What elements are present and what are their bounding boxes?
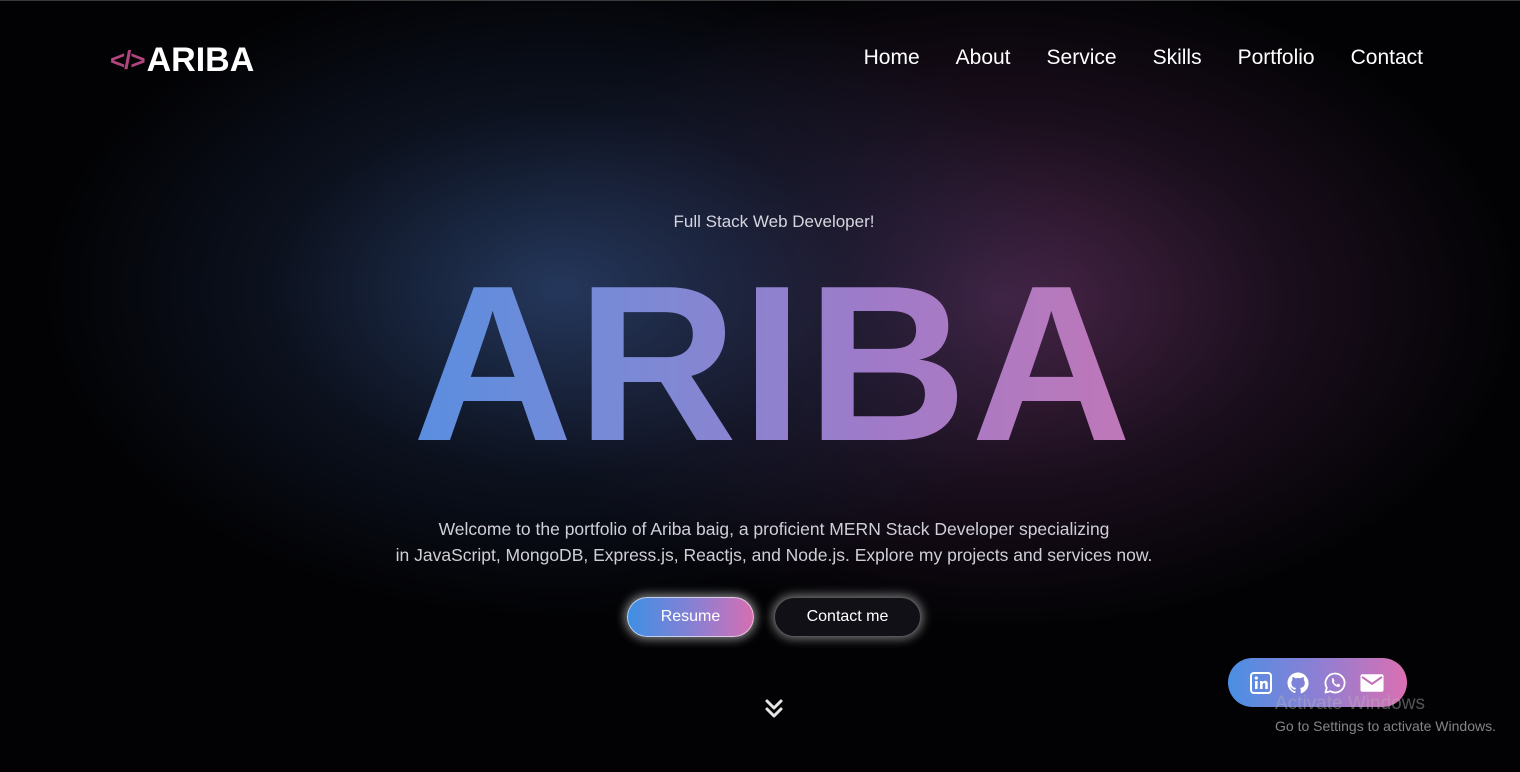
- code-icon: </>: [110, 44, 146, 75]
- hero-title: ARIBA: [0, 253, 1520, 475]
- portfolio-page: </> ARIBA Home About Service Skills Port…: [0, 0, 1520, 772]
- nav-skills[interactable]: Skills: [1153, 46, 1202, 70]
- hero-description-line: Welcome to the portfolio of Ariba baig, …: [438, 519, 1110, 539]
- nav-about[interactable]: About: [956, 46, 1011, 70]
- hero-subtitle: Full Stack Web Developer!: [673, 212, 875, 231]
- whatsapp-icon[interactable]: [1323, 671, 1347, 695]
- hero-description: Welcome to the portfolio of Ariba baig, …: [0, 516, 1520, 568]
- logo[interactable]: </> ARIBA: [110, 40, 254, 80]
- windows-activation-subtitle: Go to Settings to activate Windows.: [1275, 718, 1496, 734]
- mail-icon[interactable]: [1360, 671, 1384, 695]
- nav-portfolio[interactable]: Portfolio: [1238, 46, 1315, 70]
- main-nav: Home About Service Skills Portfolio Cont…: [864, 46, 1423, 70]
- contact-me-button[interactable]: Contact me: [774, 597, 921, 637]
- top-border: [0, 0, 1520, 1]
- hero-title-text: ARIBA: [412, 240, 1136, 488]
- chevron-double-down-icon[interactable]: [764, 698, 784, 722]
- nav-service[interactable]: Service: [1047, 46, 1117, 70]
- nav-contact[interactable]: Contact: [1351, 46, 1423, 70]
- github-icon[interactable]: [1286, 671, 1310, 695]
- logo-text: ARIBA: [146, 40, 255, 79]
- windows-activation-title: Activate Windows: [1275, 693, 1425, 714]
- hero-description-line: in JavaScript, MongoDB, Express.js, Reac…: [395, 545, 1153, 565]
- resume-button[interactable]: Resume: [627, 597, 754, 637]
- nav-home[interactable]: Home: [864, 46, 920, 70]
- linkedin-icon[interactable]: [1249, 671, 1273, 695]
